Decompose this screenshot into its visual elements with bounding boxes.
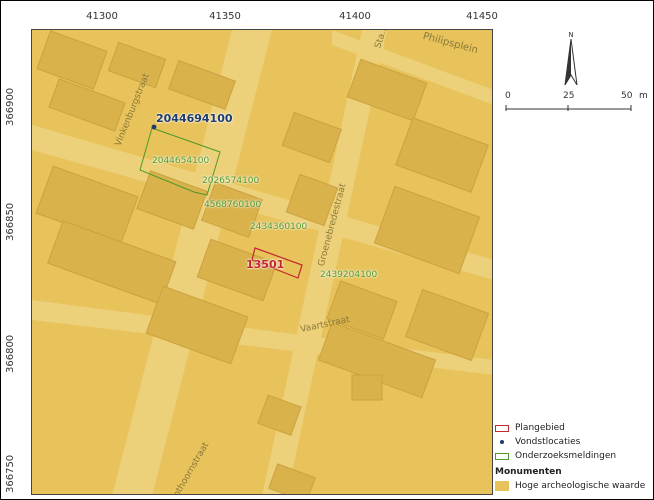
y-tick-1: 366900 xyxy=(5,87,16,126)
legend-plangebied-label: Plangebied xyxy=(515,423,565,433)
vondst-label: 2044694100 xyxy=(156,112,233,125)
plangebied-swatch xyxy=(495,424,509,432)
vondst-swatch xyxy=(495,439,509,446)
scale-50: 50 xyxy=(621,91,633,101)
legend-plangebied: Plangebied xyxy=(495,421,654,435)
scale-bar: 0 25 50 m xyxy=(505,91,648,116)
map-frame: 41300 41350 41400 41450 366900 366850 36… xyxy=(0,0,654,500)
y-tick-3: 366800 xyxy=(5,334,16,373)
plangebied-label: 13501 xyxy=(246,258,285,271)
x-tick-1: 41300 xyxy=(86,11,118,22)
onderzoek-label-2: 2026574100 xyxy=(202,176,260,186)
scale-bar-graphic xyxy=(505,105,632,111)
legend-onderzoeksmeldingen-label: Onderzoeksmeldingen xyxy=(515,451,617,461)
legend-onderzoeksmeldingen: Onderzoeksmeldingen xyxy=(495,449,654,463)
onderzoek-swatch xyxy=(495,452,509,460)
y-tick-4: 366750 xyxy=(5,454,16,493)
vondstlocatie-point[interactable] xyxy=(151,124,157,130)
north-arrow-icon xyxy=(564,38,578,86)
legend-hoge-waarde-label: Hoge archeologische waarde xyxy=(515,481,646,491)
scale-0: 0 xyxy=(505,91,511,101)
y-tick-2: 366850 xyxy=(5,202,16,241)
onderzoek-label-1: 2044654100 xyxy=(152,156,210,166)
legend: Plangebied Vondstlocaties Onderzoeksmeld… xyxy=(495,421,654,493)
legend-vondstlocaties-label: Vondstlocaties xyxy=(515,437,581,447)
scale-25: 25 xyxy=(563,91,575,101)
onderzoek-label-3: 4568760100 xyxy=(204,200,262,210)
x-tick-4: 41450 xyxy=(466,11,498,22)
north-arrow: N xyxy=(563,31,579,89)
onderzoek-label-4: 2434360100 xyxy=(250,222,308,232)
x-tick-3: 41400 xyxy=(339,11,371,22)
x-tick-2: 41350 xyxy=(209,11,241,22)
legend-vondstlocaties: Vondstlocaties xyxy=(495,435,654,449)
north-label: N xyxy=(568,31,574,39)
legend-hoge-waarde: Hoge archeologische waarde xyxy=(495,479,654,493)
scale-unit: m xyxy=(639,91,648,101)
hoge-waarde-swatch xyxy=(495,481,509,491)
vondst-dot-icon xyxy=(500,440,504,444)
onderzoek-label-5: 2439204100 xyxy=(320,270,378,280)
map-canvas[interactable]: Philipsplein Vinkenburgstraat Groenebred… xyxy=(31,29,493,495)
legend-monumenten-heading: Monumenten xyxy=(495,467,562,477)
